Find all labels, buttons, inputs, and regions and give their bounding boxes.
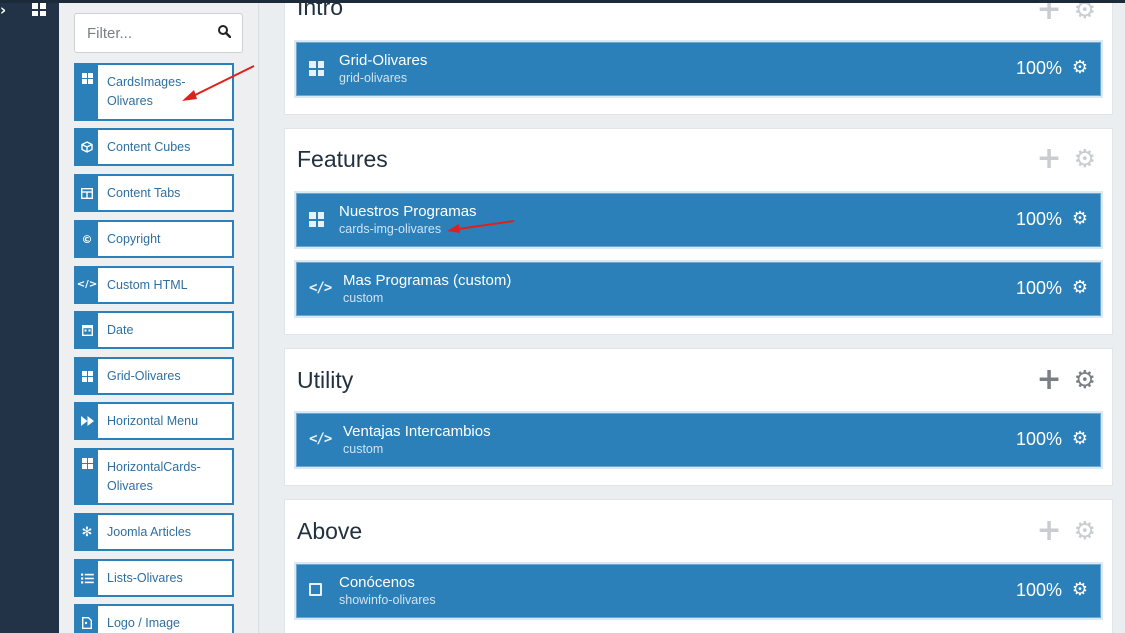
module-settings-icon[interactable]: ⚙: [1072, 579, 1088, 600]
module-item-label: Logo / Image: [107, 615, 180, 630]
module-row-name: Nuestros Programas: [339, 203, 477, 220]
module-item-horizontalcards-olivares[interactable]: HorizontalCards-Olivares: [74, 448, 234, 505]
section-settings-icon[interactable]: ⚙: [1074, 367, 1096, 392]
module-item-content-cubes[interactable]: Content Cubes: [74, 128, 234, 166]
cube-icon: [76, 130, 98, 164]
fast-forward-icon: [76, 404, 98, 438]
top-bar: [0, 0, 1125, 3]
module-row-width: 100%: [1015, 580, 1062, 600]
module-row-nuestros-programas[interactable]: Nuestros Programas cards-img-olivares 10…: [296, 193, 1101, 247]
module-row-conocenos[interactable]: Conócenos showinfo-olivares 100% ⚙: [296, 564, 1101, 618]
module-row-width: 100%: [1015, 58, 1062, 78]
module-row-ventajas-intercambios[interactable]: </> Ventajas Intercambios custom 100% ⚙: [296, 413, 1101, 467]
section-title: Features: [297, 146, 388, 172]
module-row-position: showinfo-olivares: [339, 593, 436, 607]
module-item-grid-olivares[interactable]: Grid-Olivares: [74, 357, 234, 395]
module-item-label: Custom HTML: [107, 277, 188, 292]
file-image-icon: [76, 606, 98, 633]
section-features: Features + ⚙ Nuestros Programas cards-im…: [284, 128, 1113, 335]
code-icon: </>: [309, 280, 332, 296]
module-item-label: Grid-Olivares: [107, 368, 181, 383]
grid-icon: [309, 212, 324, 227]
joomla-icon: ✻: [76, 515, 98, 549]
filter-box: [74, 13, 243, 53]
module-item-lists-olivares[interactable]: Lists-Olivares: [74, 559, 234, 597]
module-item-label: CardsImages-Olivares: [107, 75, 186, 108]
chevron-right-icon[interactable]: ›: [0, 1, 6, 19]
search-icon[interactable]: [218, 25, 231, 38]
module-settings-icon[interactable]: ⚙: [1072, 277, 1088, 298]
section-settings-icon[interactable]: ⚙: [1074, 0, 1096, 22]
module-item-copyright[interactable]: © Copyright: [74, 220, 234, 258]
add-row-icon[interactable]: +: [1036, 144, 1061, 174]
grid-icon: [76, 450, 98, 503]
module-item-custom-html[interactable]: </> Custom HTML: [74, 266, 234, 304]
module-row-position: custom: [343, 442, 384, 456]
layout-area: Intro + ⚙ Grid-Olivares grid-olivares 10…: [260, 0, 1125, 633]
list-icon: [76, 561, 98, 595]
section-actions: + ⚙: [1036, 0, 1096, 25]
module-row-mas-programas[interactable]: </> Mas Programas (custom) custom 100% ⚙: [296, 262, 1101, 316]
add-row-icon[interactable]: +: [1036, 365, 1061, 395]
module-item-label: Lists-Olivares: [107, 570, 183, 585]
section-settings-icon[interactable]: ⚙: [1074, 518, 1096, 543]
module-item-label: Date: [107, 322, 134, 337]
section-actions: + ⚙: [1036, 516, 1096, 546]
module-row-width: 100%: [1015, 278, 1062, 298]
module-sidebar: CardsImages-Olivares Content Cubes Conte…: [59, 0, 259, 633]
module-item-label: HorizontalCards-Olivares: [107, 459, 201, 493]
section-intro: Intro + ⚙ Grid-Olivares grid-olivares 10…: [284, 0, 1113, 115]
module-row-position: grid-olivares: [339, 71, 408, 85]
section-actions: + ⚙: [1036, 365, 1096, 395]
grid-icon: [76, 359, 98, 393]
module-item-content-tabs[interactable]: Content Tabs: [74, 174, 234, 212]
copyright-icon: ©: [76, 222, 98, 256]
module-row-name: Mas Programas (custom): [343, 272, 512, 289]
tabs-icon: [76, 176, 98, 210]
module-item-label: Content Cubes: [107, 139, 191, 154]
module-row-width: 100%: [1015, 209, 1062, 229]
note-icon: [309, 583, 322, 596]
module-row-position: custom: [343, 291, 384, 305]
module-item-horizontal-menu[interactable]: Horizontal Menu: [74, 402, 234, 440]
module-row-grid-olivares[interactable]: Grid-Olivares grid-olivares 100% ⚙: [296, 42, 1101, 96]
add-row-icon[interactable]: +: [1036, 516, 1061, 546]
code-icon: </>: [76, 268, 98, 302]
filter-input[interactable]: [75, 14, 215, 52]
module-row-position: cards-img-olivares: [339, 222, 442, 236]
module-item-cardsimages-olivares[interactable]: CardsImages-Olivares: [74, 63, 234, 121]
module-row-name: Grid-Olivares: [339, 52, 428, 69]
section-title: Above: [297, 518, 363, 544]
module-item-label: Horizontal Menu: [107, 413, 199, 428]
section-settings-icon[interactable]: ⚙: [1074, 146, 1096, 171]
section-title: Utility: [297, 367, 354, 393]
module-item-logo-image[interactable]: Logo / Image: [74, 604, 234, 633]
module-item-date[interactable]: Date: [74, 311, 234, 349]
section-title: Intro: [297, 0, 344, 20]
section-utility: Utility + ⚙ </> Ventajas Intercambios cu…: [284, 348, 1113, 486]
module-row-width: 100%: [1015, 429, 1062, 449]
grid-icon: [309, 61, 324, 76]
module-row-name: Conócenos: [339, 574, 415, 591]
module-item-label: Content Tabs: [107, 185, 181, 200]
module-settings-icon[interactable]: ⚙: [1072, 208, 1088, 229]
grid-icon[interactable]: [32, 3, 46, 16]
module-item-label: Copyright: [107, 231, 161, 246]
module-item-label: Joomla Articles: [107, 524, 192, 539]
module-item-joomla-articles[interactable]: ✻ Joomla Articles: [74, 513, 234, 551]
left-rail: ›: [0, 0, 59, 633]
add-row-icon[interactable]: +: [1036, 0, 1061, 25]
module-settings-icon[interactable]: ⚙: [1072, 57, 1088, 78]
module-row-name: Ventajas Intercambios: [343, 423, 491, 440]
grid-icon: [76, 65, 98, 119]
section-above: Above + ⚙ Conócenos showinfo-olivares 10…: [284, 499, 1113, 633]
section-actions: + ⚙: [1036, 144, 1096, 174]
calendar-icon: [76, 313, 98, 347]
module-settings-icon[interactable]: ⚙: [1072, 428, 1088, 449]
code-icon: </>: [309, 431, 332, 447]
